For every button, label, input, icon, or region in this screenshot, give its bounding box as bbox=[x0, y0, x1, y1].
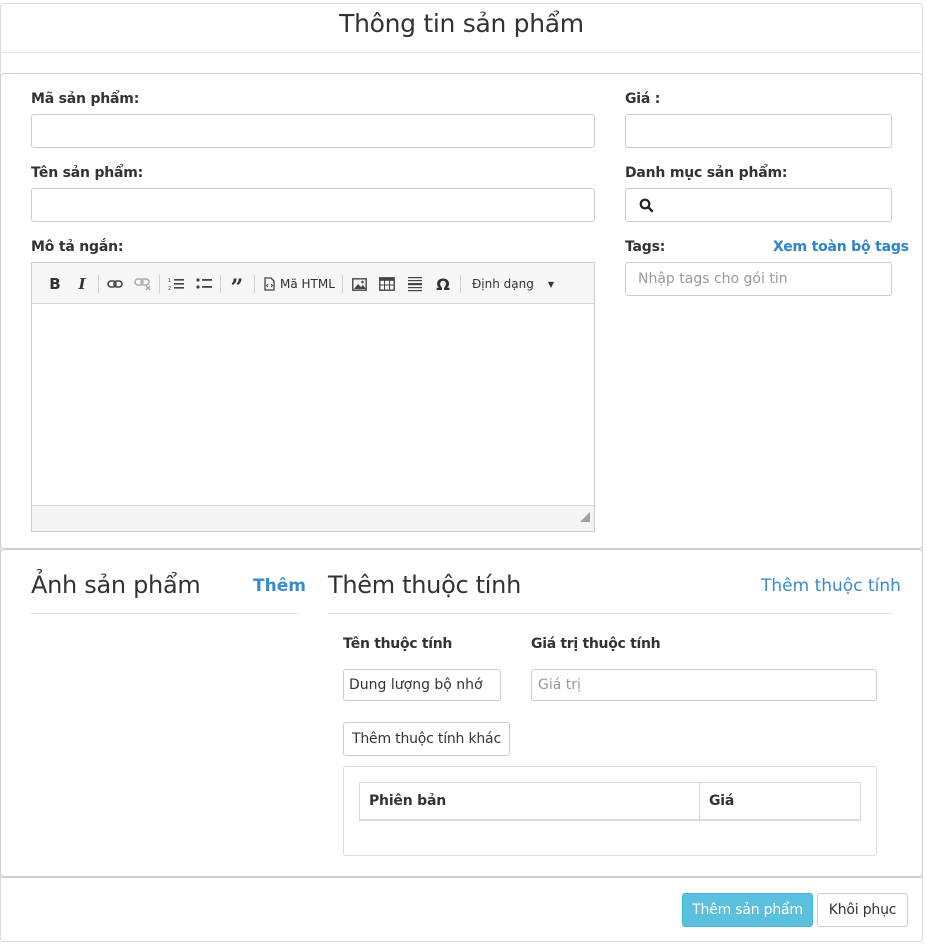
category-label: Danh mục sản phẩm: bbox=[625, 165, 788, 181]
tags-label: Tags: bbox=[625, 239, 666, 255]
toolbar-divider bbox=[98, 275, 99, 293]
editor-footer bbox=[32, 505, 594, 531]
attribute-name-header: Tên thuộc tính bbox=[343, 636, 453, 652]
toolbar-divider bbox=[159, 275, 160, 293]
source-icon bbox=[264, 277, 275, 291]
header-divider bbox=[0, 52, 923, 53]
page-title: Thông tin sản phẩm bbox=[339, 9, 584, 38]
add-image-link[interactable]: Thêm bbox=[253, 576, 306, 596]
blockquote-icon[interactable]: ” bbox=[226, 273, 248, 301]
category-select[interactable] bbox=[625, 188, 892, 222]
attributes-divider bbox=[328, 613, 892, 614]
toolbar-divider bbox=[254, 275, 255, 293]
search-icon bbox=[639, 198, 654, 217]
editor-toolbar: B I 12 ” Mã HTML Ω Định dạng ▼ bbox=[32, 263, 594, 304]
special-char-icon[interactable]: Ω bbox=[432, 273, 454, 295]
bullet-list-icon[interactable] bbox=[193, 273, 215, 295]
svg-text:1: 1 bbox=[168, 278, 171, 284]
image-icon[interactable] bbox=[348, 273, 370, 295]
format-dropdown[interactable]: Định dạng ▼ bbox=[472, 273, 554, 295]
editor-content-area[interactable] bbox=[32, 304, 594, 505]
dropdown-caret-icon: ▼ bbox=[547, 279, 554, 289]
svg-text:2: 2 bbox=[168, 286, 171, 291]
source-label: Mã HTML bbox=[280, 277, 335, 291]
bold-icon[interactable]: B bbox=[44, 273, 66, 295]
table-icon[interactable] bbox=[376, 273, 398, 295]
toolbar-divider bbox=[460, 275, 461, 293]
price-label: Giá : bbox=[625, 91, 661, 107]
variant-price-header: Giá bbox=[709, 793, 735, 809]
format-label: Định dạng bbox=[472, 277, 534, 291]
rich-text-editor: B I 12 ” Mã HTML Ω Định dạng ▼ bbox=[31, 262, 595, 532]
tags-input[interactable] bbox=[625, 262, 892, 296]
unlink-icon[interactable] bbox=[132, 273, 154, 295]
add-other-attribute-button[interactable]: Thêm thuộc tính khác bbox=[343, 722, 510, 756]
variants-table: Phiên bản Giá bbox=[359, 782, 861, 821]
toolbar-divider bbox=[342, 275, 343, 293]
attributes-title: Thêm thuộc tính bbox=[328, 571, 521, 599]
add-attribute-link[interactable]: Thêm thuộc tính bbox=[761, 576, 901, 596]
images-divider bbox=[31, 613, 299, 614]
product-code-label: Mã sản phẩm: bbox=[31, 91, 140, 107]
numbered-list-icon[interactable]: 12 bbox=[165, 273, 187, 295]
attribute-value-input[interactable] bbox=[531, 669, 877, 701]
footer-divider bbox=[0, 877, 923, 878]
product-name-label: Tên sản phẩm: bbox=[31, 165, 144, 181]
variants-panel: Phiên bản Giá bbox=[343, 766, 877, 856]
price-input[interactable] bbox=[625, 114, 892, 148]
variant-version-header: Phiên bản bbox=[360, 783, 700, 819]
product-images-title: Ảnh sản phẩm bbox=[31, 571, 201, 599]
product-code-input[interactable] bbox=[31, 114, 595, 148]
reset-button[interactable]: Khôi phục bbox=[817, 893, 908, 927]
source-button[interactable]: Mã HTML bbox=[261, 273, 335, 295]
short-description-label: Mô tả ngắn: bbox=[31, 239, 124, 255]
attribute-name-input[interactable] bbox=[343, 669, 501, 701]
link-icon[interactable] bbox=[104, 273, 126, 295]
italic-icon[interactable]: I bbox=[71, 273, 93, 295]
toolbar-divider bbox=[220, 275, 221, 293]
attribute-value-header: Giá trị thuộc tính bbox=[531, 636, 661, 652]
resize-handle-icon[interactable] bbox=[580, 509, 590, 527]
horizontal-rule-icon[interactable] bbox=[404, 273, 426, 295]
product-name-input[interactable] bbox=[31, 188, 595, 222]
add-product-button[interactable]: Thêm sản phẩm bbox=[682, 893, 813, 927]
view-all-tags-link[interactable]: Xem toàn bộ tags bbox=[773, 239, 909, 255]
